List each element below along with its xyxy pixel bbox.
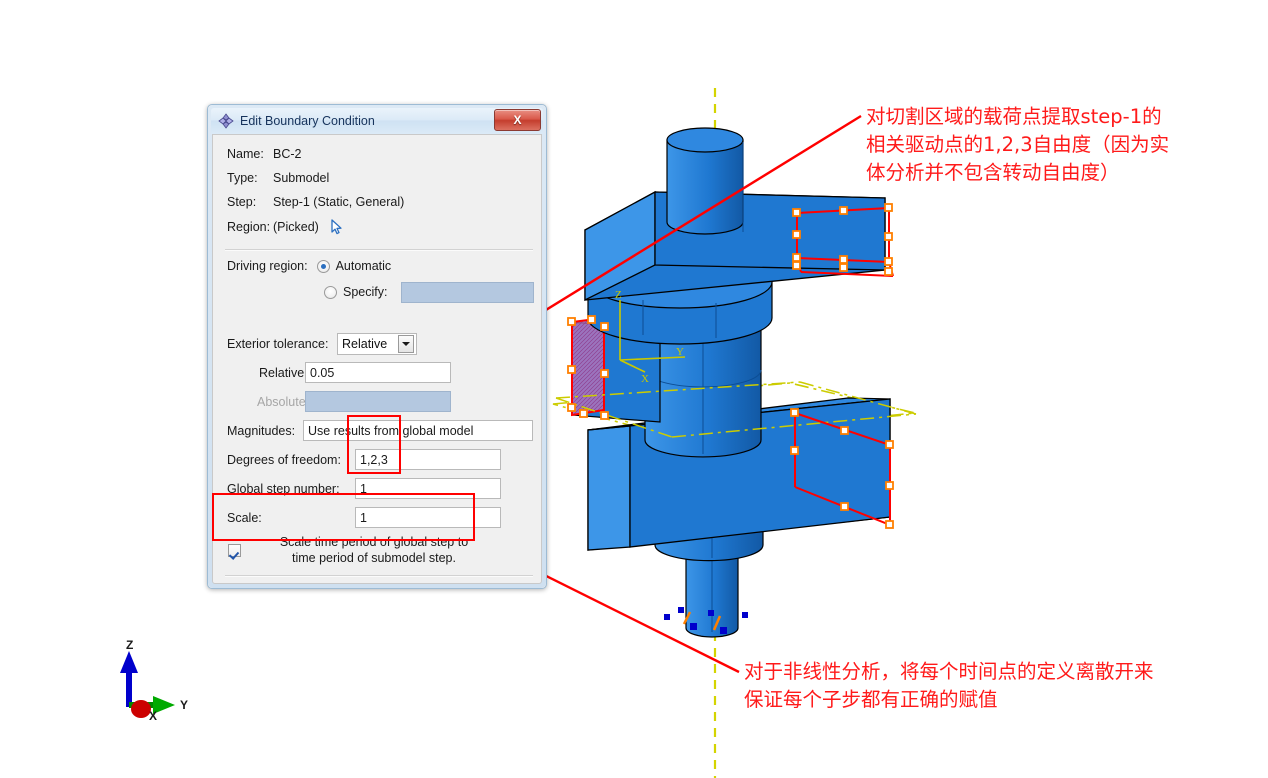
annotation-bottom-line2: 保证每个子步都有正确的赋值 [744,688,998,711]
row-absolute: Absolute: [257,395,309,409]
dialog-title: Edit Boundary Condition [240,114,375,128]
global-step-input[interactable]: 1 [355,478,501,499]
radio-automatic[interactable] [316,259,330,273]
model-triad-y-label: Y [676,346,684,358]
triad-x-axis [131,700,151,718]
step-value: Step-1 (Static, General) [273,195,405,209]
abaqus-diamond-icon [218,113,234,129]
close-icon: X [513,113,522,127]
magnitudes-input[interactable]: Use results from global model [303,420,533,441]
close-button[interactable]: X [494,109,541,131]
model-triad-z-label: Z [615,289,622,301]
driving-specify-input[interactable] [401,282,534,303]
type-value: Submodel [273,171,330,185]
dialog-body: Name: BC-2 Type: Submodel Step: Step-1 (… [212,134,542,584]
exterior-tolerance-select[interactable]: Relative [337,333,417,355]
divider-top [225,249,533,251]
magnitudes-label: Magnitudes: [227,424,296,438]
step-label: Step: [227,195,257,209]
absolute-label: Absolute: [257,395,310,409]
region-value: (Picked) [273,220,319,234]
row-type: Type: Submodel [227,171,329,185]
row-step: Step: Step-1 (Static, General) [227,195,404,209]
model-triad-x-label: X [641,373,649,385]
name-value: BC-2 [273,147,302,161]
region-label: Region: [227,220,271,234]
cursor-arrow-icon[interactable] [330,219,343,235]
dof-input[interactable]: 1,2,3 [355,449,501,470]
scale-time-period-checkbox[interactable] [228,544,241,557]
row-driving-specify[interactable]: Specify: [324,285,387,299]
annotation-bottom-line1: 对于非线性分析，将每个时间点的定义离散开来 [744,660,1154,683]
global-step-label: Global step number: [227,482,340,496]
dof-label: Degrees of freedom: [227,453,341,467]
scale-time-period-label: Scale time period of global step to time… [249,534,499,566]
driving-region-label: Driving region: [227,259,308,273]
row-magnitudes: Magnitudes: [227,424,295,438]
row-scale: Scale: [227,511,262,525]
triad-x-label: X [149,709,157,723]
relative-input[interactable]: 0.05 [305,362,451,383]
radio-specify[interactable] [324,285,337,299]
model-top-shaft[interactable] [666,127,744,235]
row-name: Name: BC-2 [227,147,301,161]
annotation-top-right: 对切割区域的载荷点提取step-1的 相关驱动点的1,2,3自由度（因为实 体分… [866,103,1169,187]
row-region[interactable]: Region: (Picked) [227,219,343,235]
type-label: Type: [227,171,258,185]
triad-z-label: Z [126,638,133,652]
chevron-down-icon[interactable] [398,335,414,353]
edit-boundary-condition-dialog[interactable]: Edit Boundary Condition X Name: BC-2 Typ… [207,104,547,589]
row-scale-time-period[interactable] [228,544,241,557]
row-dof: Degrees of freedom: [227,453,341,467]
triad-z-axis [120,651,138,707]
row-global-step: Global step number: [227,482,340,496]
driving-specify-label: Specify: [343,285,388,299]
name-label: Name: [227,147,264,161]
annotation-top-line2: 相关驱动点的1,2,3自由度（因为实 [866,133,1170,156]
annotation-top-line1: 对切割区域的载荷点提取step-1的 [866,105,1162,128]
row-driving-region[interactable]: Driving region: Automatic [227,259,391,273]
row-relative: Relative: [259,366,308,380]
triad-y-label: Y [180,698,188,712]
annotation-top-line3: 体分析并不包含转动自由度） [866,161,1120,184]
divider-bottom [225,575,533,577]
global-coordinate-triad: Z Y X [104,636,204,731]
scale-input[interactable]: 1 [355,507,501,528]
driving-automatic-label: Automatic [335,259,392,273]
scale-label: Scale: [227,511,262,525]
row-exterior-tolerance: Exterior tolerance: [227,337,328,351]
exterior-tolerance-value: Relative [342,337,388,351]
absolute-input[interactable] [305,391,451,412]
annotation-bottom-right: 对于非线性分析，将每个时间点的定义离散开来 保证每个子步都有正确的赋值 [744,658,1154,714]
screenshot-root: Z Y X 对切割区域的载荷点提取step-1的 相关驱动点的1,2,3自由度（… [0,0,1268,778]
scale-time-line2: time period of submodel step. [292,551,456,565]
exterior-tolerance-label: Exterior tolerance: [227,337,329,351]
scale-time-line1: Scale time period of global step to [279,535,469,549]
dialog-titlebar[interactable]: Edit Boundary Condition X [211,108,543,134]
relative-label: Relative: [259,366,308,380]
